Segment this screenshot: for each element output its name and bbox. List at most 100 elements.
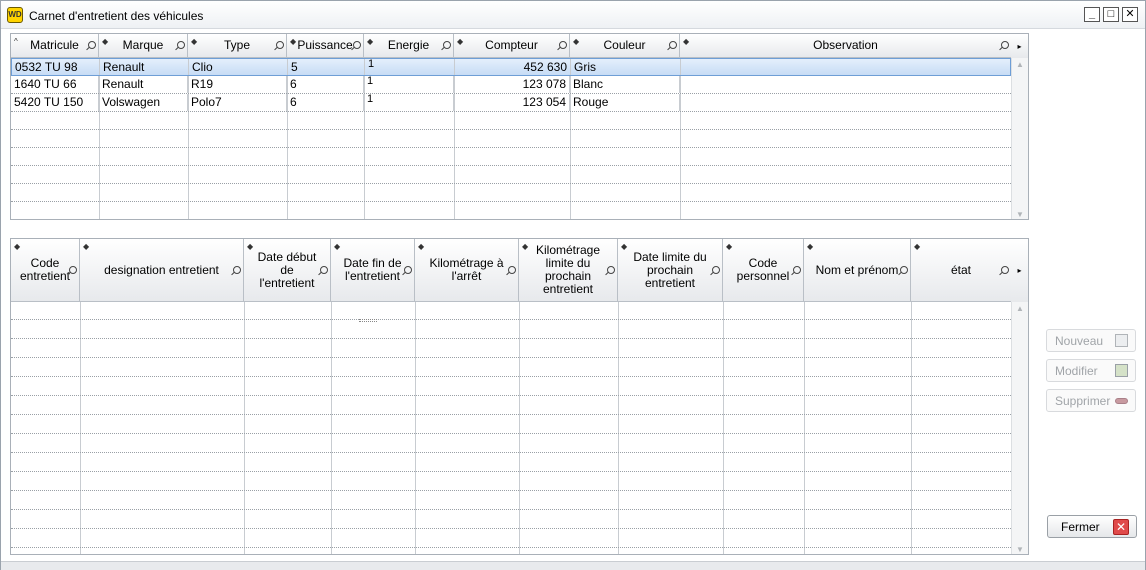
vehicles-vertical-scrollbar[interactable]: ▲ ▼ <box>1011 58 1028 219</box>
cell-couleur[interactable]: Blanc <box>570 76 680 93</box>
col-header-code-entretient[interactable]: ◆ Code entretient <box>11 239 80 301</box>
cell-compteur[interactable]: 452 630 <box>455 59 571 75</box>
fermer-button[interactable]: Fermer ✕ <box>1047 515 1137 538</box>
sort-icon[interactable]: ◆ <box>83 240 89 253</box>
cell-marque[interactable]: Volswagen <box>99 94 188 111</box>
filter-search-icon[interactable] <box>404 266 412 274</box>
table-row[interactable]: 0532 TU 98 Renault Clio 5 1 452 630 Gris <box>11 58 1011 76</box>
sort-icon[interactable]: ◆ <box>807 240 813 253</box>
cell-marque[interactable]: Renault <box>99 76 188 93</box>
filter-search-icon[interactable] <box>88 41 96 49</box>
col-header-puissance[interactable]: ◆ Puissance <box>287 34 364 57</box>
filter-search-icon[interactable] <box>900 266 908 274</box>
sort-icon[interactable]: ◆ <box>621 240 627 253</box>
table-row[interactable] <box>11 321 1011 339</box>
filter-search-icon[interactable] <box>353 41 361 49</box>
cell-matricule[interactable]: 0532 TU 98 <box>12 59 100 75</box>
table-row[interactable] <box>11 148 1011 166</box>
sort-icon[interactable]: ◆ <box>290 35 296 48</box>
cell-compteur[interactable]: 123 054 <box>454 94 570 111</box>
table-row[interactable] <box>11 202 1011 219</box>
sort-icon[interactable]: ◆ <box>914 240 920 253</box>
table-row[interactable] <box>11 454 1011 472</box>
cell-puissance[interactable]: 6 <box>287 76 364 93</box>
nouveau-button[interactable]: Nouveau <box>1046 329 1136 352</box>
table-row[interactable] <box>11 359 1011 377</box>
sort-icon[interactable]: ◆ <box>683 35 689 48</box>
table-row[interactable] <box>11 530 1011 548</box>
cell-matricule[interactable]: 1640 TU 66 <box>11 76 99 93</box>
col-header-observation[interactable]: ◆ Observation <box>680 34 1012 57</box>
sort-icon[interactable]: ◆ <box>14 240 20 253</box>
filter-search-icon[interactable] <box>276 41 284 49</box>
sort-asc-icon[interactable]: ^ <box>14 35 18 48</box>
scroll-up-icon[interactable]: ▲ <box>1016 304 1024 313</box>
scroll-right-icon[interactable]: ▸ <box>1011 239 1028 302</box>
sort-icon[interactable]: ◆ <box>191 35 197 48</box>
cell-couleur[interactable]: Gris <box>571 59 681 75</box>
cell-type[interactable]: Polo7 <box>188 94 287 111</box>
col-header-date-fin[interactable]: ◆ Date fin de l'entretient <box>331 239 415 301</box>
table-row[interactable] <box>11 166 1011 184</box>
table-row[interactable] <box>11 416 1011 434</box>
sort-icon[interactable]: ◆ <box>457 35 463 48</box>
table-row[interactable] <box>11 435 1011 453</box>
supprimer-button[interactable]: Supprimer <box>1046 389 1136 412</box>
sort-icon[interactable]: ◆ <box>367 35 373 48</box>
cell-observation[interactable] <box>681 59 1011 75</box>
col-header-type[interactable]: ◆ Type <box>188 34 287 57</box>
sort-icon[interactable]: ◆ <box>573 35 579 48</box>
sort-icon[interactable]: ◆ <box>726 240 732 253</box>
scroll-down-icon[interactable]: ▼ <box>1016 545 1024 554</box>
scroll-down-icon[interactable]: ▼ <box>1016 210 1024 219</box>
column-resize-grip[interactable] <box>359 319 377 322</box>
cell-observation[interactable] <box>680 94 1010 111</box>
sort-icon[interactable]: ◆ <box>247 240 253 253</box>
cell-type[interactable]: R19 <box>188 76 287 93</box>
table-row[interactable] <box>11 302 1011 320</box>
col-header-nom-prenom[interactable]: ◆ Nom et prénom <box>804 239 911 301</box>
filter-search-icon[interactable] <box>508 266 516 274</box>
filter-search-icon[interactable] <box>1001 41 1009 49</box>
maximize-button[interactable]: □ <box>1103 7 1119 22</box>
sort-icon[interactable]: ◆ <box>418 240 424 253</box>
table-row[interactable]: 1640 TU 66 Renault R19 6 1 123 078 Blanc <box>11 76 1011 94</box>
cell-puissance[interactable]: 5 <box>288 59 365 75</box>
filter-search-icon[interactable] <box>233 266 241 274</box>
table-row[interactable] <box>11 511 1011 529</box>
cell-type[interactable]: Clio <box>189 59 288 75</box>
table-row[interactable] <box>11 378 1011 396</box>
filter-search-icon[interactable] <box>1001 266 1009 274</box>
filter-search-icon[interactable] <box>320 266 328 274</box>
close-window-button[interactable]: ✕ <box>1122 7 1138 22</box>
cell-energie[interactable]: 1 <box>365 59 455 75</box>
col-header-date-limite[interactable]: ◆ Date limite du prochain entretient <box>618 239 723 301</box>
col-header-compteur[interactable]: ◆ Compteur <box>454 34 570 57</box>
cell-couleur[interactable]: Rouge <box>570 94 680 111</box>
table-row[interactable] <box>11 340 1011 358</box>
cell-marque[interactable]: Renault <box>100 59 189 75</box>
sort-icon[interactable]: ◆ <box>334 240 340 253</box>
cell-matricule[interactable]: 5420 TU 150 <box>11 94 99 111</box>
cell-energie[interactable]: 1 <box>364 76 454 93</box>
filter-search-icon[interactable] <box>177 41 185 49</box>
filter-search-icon[interactable] <box>669 41 677 49</box>
table-row[interactable]: 5420 TU 150 Volswagen Polo7 6 1 123 054 … <box>11 94 1011 112</box>
col-header-km-arret[interactable]: ◆ Kilométrage à l'arrêt <box>415 239 519 301</box>
col-header-marque[interactable]: ◆ Marque <box>99 34 188 57</box>
col-header-etat[interactable]: ◆ état <box>911 239 1012 301</box>
filter-search-icon[interactable] <box>443 41 451 49</box>
col-header-code-personnel[interactable]: ◆ Code personnel <box>723 239 804 301</box>
filter-search-icon[interactable] <box>793 266 801 274</box>
cell-compteur[interactable]: 123 078 <box>454 76 570 93</box>
col-header-matricule[interactable]: ^ Matricule <box>11 34 99 57</box>
minimize-button[interactable]: _ <box>1084 7 1100 22</box>
table-row[interactable] <box>11 473 1011 491</box>
table-row[interactable] <box>11 492 1011 510</box>
table-row[interactable] <box>11 184 1011 202</box>
maintenance-vertical-scrollbar[interactable]: ▲ ▼ <box>1011 302 1028 554</box>
filter-search-icon[interactable] <box>69 266 77 274</box>
col-header-couleur[interactable]: ◆ Couleur <box>570 34 680 57</box>
sort-icon[interactable]: ◆ <box>522 240 528 253</box>
table-row[interactable] <box>11 112 1011 130</box>
